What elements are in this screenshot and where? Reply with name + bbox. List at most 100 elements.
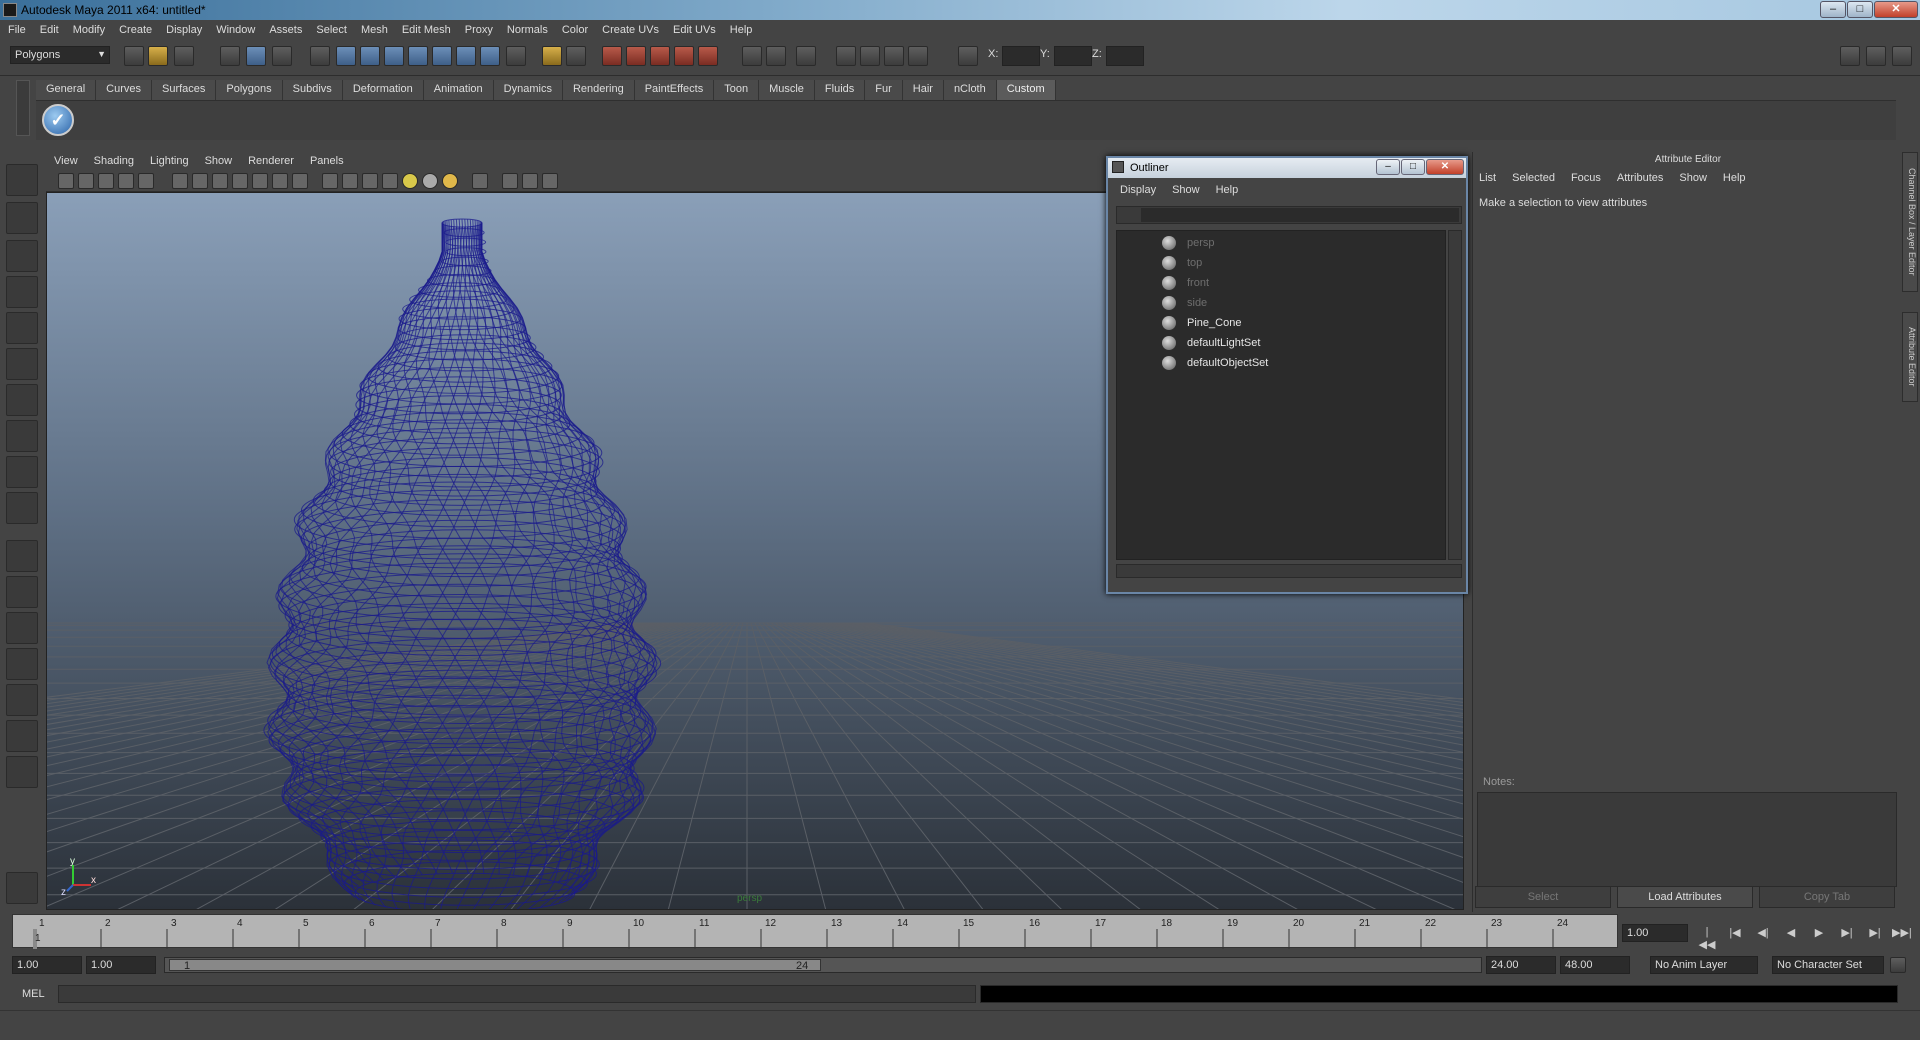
- shelf-tab-curves[interactable]: Curves: [96, 80, 152, 100]
- toggle-attribute-editor-icon[interactable]: [1840, 46, 1860, 66]
- ae-menu-focus[interactable]: Focus: [1571, 172, 1601, 190]
- single-perspective-layout-icon[interactable]: [6, 540, 38, 572]
- shelf-tab-animation[interactable]: Animation: [423, 80, 494, 100]
- outliner-menu-show[interactable]: Show: [1172, 184, 1200, 202]
- image-plane-icon[interactable]: [118, 173, 134, 189]
- menu-window[interactable]: Window: [216, 24, 255, 36]
- make-live-icon[interactable]: [698, 46, 718, 66]
- close-button[interactable]: ✕: [1874, 1, 1918, 18]
- step-back-frame-icon[interactable]: |◀: [1726, 926, 1744, 942]
- z-field[interactable]: [1106, 46, 1144, 66]
- persp-graph-layout-icon[interactable]: [6, 648, 38, 680]
- hud-icon[interactable]: [542, 173, 558, 189]
- lock-selection-icon[interactable]: [542, 46, 562, 66]
- lock-camera-icon[interactable]: [78, 173, 94, 189]
- menu-select[interactable]: Select: [316, 24, 347, 36]
- wireframe-on-shaded-icon[interactable]: [362, 173, 378, 189]
- open-scene-icon[interactable]: [148, 46, 168, 66]
- shelf-tab-muscle[interactable]: Muscle: [759, 80, 815, 100]
- viewport-menu-renderer[interactable]: Renderer: [248, 155, 294, 167]
- start-time-field[interactable]: 1.00: [12, 956, 82, 974]
- shelf-tab-subdivs[interactable]: Subdivs: [282, 80, 343, 100]
- viewport-menu-view[interactable]: View: [54, 155, 78, 167]
- mask-surfaces-icon[interactable]: [408, 46, 428, 66]
- menu-assets[interactable]: Assets: [269, 24, 302, 36]
- go-to-end-icon[interactable]: ▶▶|: [1892, 926, 1912, 942]
- ae-menu-selected[interactable]: Selected: [1512, 172, 1555, 190]
- maximize-button[interactable]: □: [1847, 1, 1873, 18]
- current-frame-field[interactable]: 1.00: [1622, 924, 1688, 942]
- custom-layout-icon[interactable]: [6, 720, 38, 752]
- step-forward-key-icon[interactable]: ▶|: [1838, 926, 1856, 942]
- step-forward-frame-icon[interactable]: ▶|: [1866, 926, 1884, 942]
- render-current-icon[interactable]: [860, 46, 880, 66]
- select-hierarchy-icon[interactable]: [220, 46, 240, 66]
- shelf-tab-general[interactable]: General: [36, 80, 97, 100]
- select-object-icon[interactable]: [246, 46, 266, 66]
- four-view-layout-icon[interactable]: [6, 576, 38, 608]
- menu-edit-mesh[interactable]: Edit Mesh: [402, 24, 451, 36]
- persp-outliner-layout-icon[interactable]: [6, 612, 38, 644]
- snap-point-icon[interactable]: [650, 46, 670, 66]
- bookmarks-icon[interactable]: [98, 173, 114, 189]
- outliner-minimize-button[interactable]: –: [1376, 159, 1400, 175]
- toggle-channel-box-icon[interactable]: [1892, 46, 1912, 66]
- copy-tab-button[interactable]: Copy Tab: [1759, 886, 1895, 908]
- 2d-pan-zoom-icon[interactable]: [138, 173, 154, 189]
- snap-curve-icon[interactable]: [626, 46, 646, 66]
- mask-rendering-icon[interactable]: [480, 46, 500, 66]
- new-scene-icon[interactable]: [124, 46, 144, 66]
- rotate-tool-icon[interactable]: [6, 312, 38, 344]
- save-scene-icon[interactable]: [174, 46, 194, 66]
- wireframe-icon[interactable]: [322, 173, 338, 189]
- xray-joints-icon[interactable]: [522, 173, 538, 189]
- output-ops-icon[interactable]: [766, 46, 786, 66]
- menu-set-dropdown[interactable]: Polygons ▼: [10, 46, 110, 64]
- shelf-tab-rendering[interactable]: Rendering: [562, 80, 635, 100]
- menu-file[interactable]: File: [8, 24, 26, 36]
- playback-start-field[interactable]: 1.00: [86, 956, 156, 974]
- render-settings-icon[interactable]: [908, 46, 928, 66]
- auto-keyframe-icon[interactable]: [1890, 957, 1906, 973]
- outliner-item[interactable]: Pine_Cone: [1117, 313, 1445, 333]
- outliner-vertical-scrollbar[interactable]: [1448, 230, 1462, 560]
- playback-end-field[interactable]: 24.00: [1486, 956, 1556, 974]
- ae-menu-show[interactable]: Show: [1679, 172, 1707, 190]
- minimize-button[interactable]: –: [1820, 1, 1846, 18]
- ae-menu-attributes[interactable]: Attributes: [1617, 172, 1663, 190]
- mask-handles-icon[interactable]: [336, 46, 356, 66]
- shelf-tab-fur[interactable]: Fur: [865, 80, 903, 100]
- channel-box-tab[interactable]: Channel Box / Layer Editor: [1902, 152, 1918, 292]
- use-default-lighting-icon[interactable]: [402, 173, 418, 189]
- use-all-lights-icon[interactable]: [422, 173, 438, 189]
- character-set-dropdown[interactable]: No Character Set: [1772, 956, 1884, 974]
- menu-proxy[interactable]: Proxy: [465, 24, 493, 36]
- shelf-menu-handle[interactable]: [16, 80, 30, 136]
- scale-tool-icon[interactable]: [6, 348, 38, 380]
- menu-normals[interactable]: Normals: [507, 24, 548, 36]
- menu-mesh[interactable]: Mesh: [361, 24, 388, 36]
- menu-help[interactable]: Help: [730, 24, 753, 36]
- isolate-select-icon[interactable]: [472, 173, 488, 189]
- shelf-tab-fluids[interactable]: Fluids: [814, 80, 866, 100]
- command-input[interactable]: [58, 985, 976, 1003]
- construction-history-icon[interactable]: [796, 46, 816, 66]
- mask-dynamics-icon[interactable]: [456, 46, 476, 66]
- outliner-horizontal-scrollbar[interactable]: [1116, 564, 1462, 578]
- film-gate-icon[interactable]: [192, 173, 208, 189]
- menu-color[interactable]: Color: [562, 24, 588, 36]
- smooth-shade-icon[interactable]: [342, 173, 358, 189]
- menu-display[interactable]: Display: [166, 24, 202, 36]
- notes-field[interactable]: [1477, 792, 1897, 887]
- ae-menu-help[interactable]: Help: [1723, 172, 1746, 190]
- input-ops-icon[interactable]: [742, 46, 762, 66]
- lasso-tool-icon[interactable]: [6, 202, 38, 234]
- paint-select-tool-icon[interactable]: [6, 240, 38, 272]
- ipr-render-icon[interactable]: [884, 46, 904, 66]
- range-slider-handle[interactable]: 1 24: [169, 959, 821, 972]
- end-time-field[interactable]: 48.00: [1560, 956, 1630, 974]
- shadows-icon[interactable]: [442, 173, 458, 189]
- outliner-filter-input[interactable]: [1141, 208, 1459, 222]
- move-tool-icon[interactable]: [6, 276, 38, 308]
- ae-select-button[interactable]: Select: [1475, 886, 1611, 908]
